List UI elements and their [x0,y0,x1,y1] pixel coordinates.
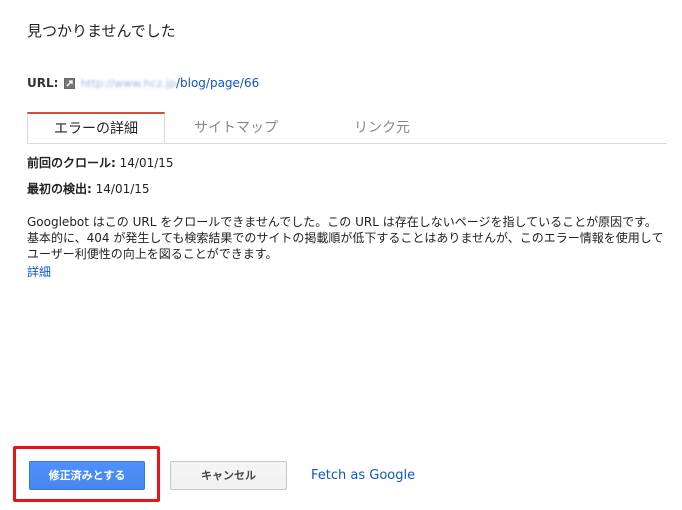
dialog-title: 見つかりませんでした [27,22,176,40]
fetch-as-google-link[interactable]: Fetch as Google [311,468,415,483]
error-description: Googlebot はこの URL をクロールできませんでした。この URL は… [27,215,664,261]
mark-as-fixed-button[interactable]: 修正済みとする [29,461,145,490]
last-crawl-label: 前回のクロール: [27,156,116,170]
url-path-link[interactable]: /blog/page/66 [176,76,259,90]
tab-bar: エラーの詳細 サイトマップ リンク元 [27,112,667,144]
first-detected-value: 14/01/15 [95,182,150,196]
tab-sitemaps[interactable]: サイトマップ [164,113,308,142]
learn-more-link[interactable]: 詳細 [27,263,51,280]
url-row: URL: http://www.hcz.jp /blog/page/66 [27,76,259,90]
cancel-button[interactable]: キャンセル [170,461,287,490]
last-crawl-value: 14/01/15 [119,156,174,170]
first-detected-row: 最初の検出: 14/01/15 [27,180,150,197]
last-crawl-row: 前回のクロール: 14/01/15 [27,154,174,171]
url-label: URL: [27,76,59,90]
tab-error-details[interactable]: エラーの詳細 [27,112,165,143]
tab-linked-from[interactable]: リンク元 [309,113,455,142]
error-details-dialog: 見つかりませんでした URL: http://www.hcz.jp /blog/… [0,0,682,510]
first-detected-label: 最初の検出: [27,182,92,196]
external-link-icon[interactable] [64,77,76,89]
url-host[interactable]: http://www.hcz.jp [80,77,176,90]
